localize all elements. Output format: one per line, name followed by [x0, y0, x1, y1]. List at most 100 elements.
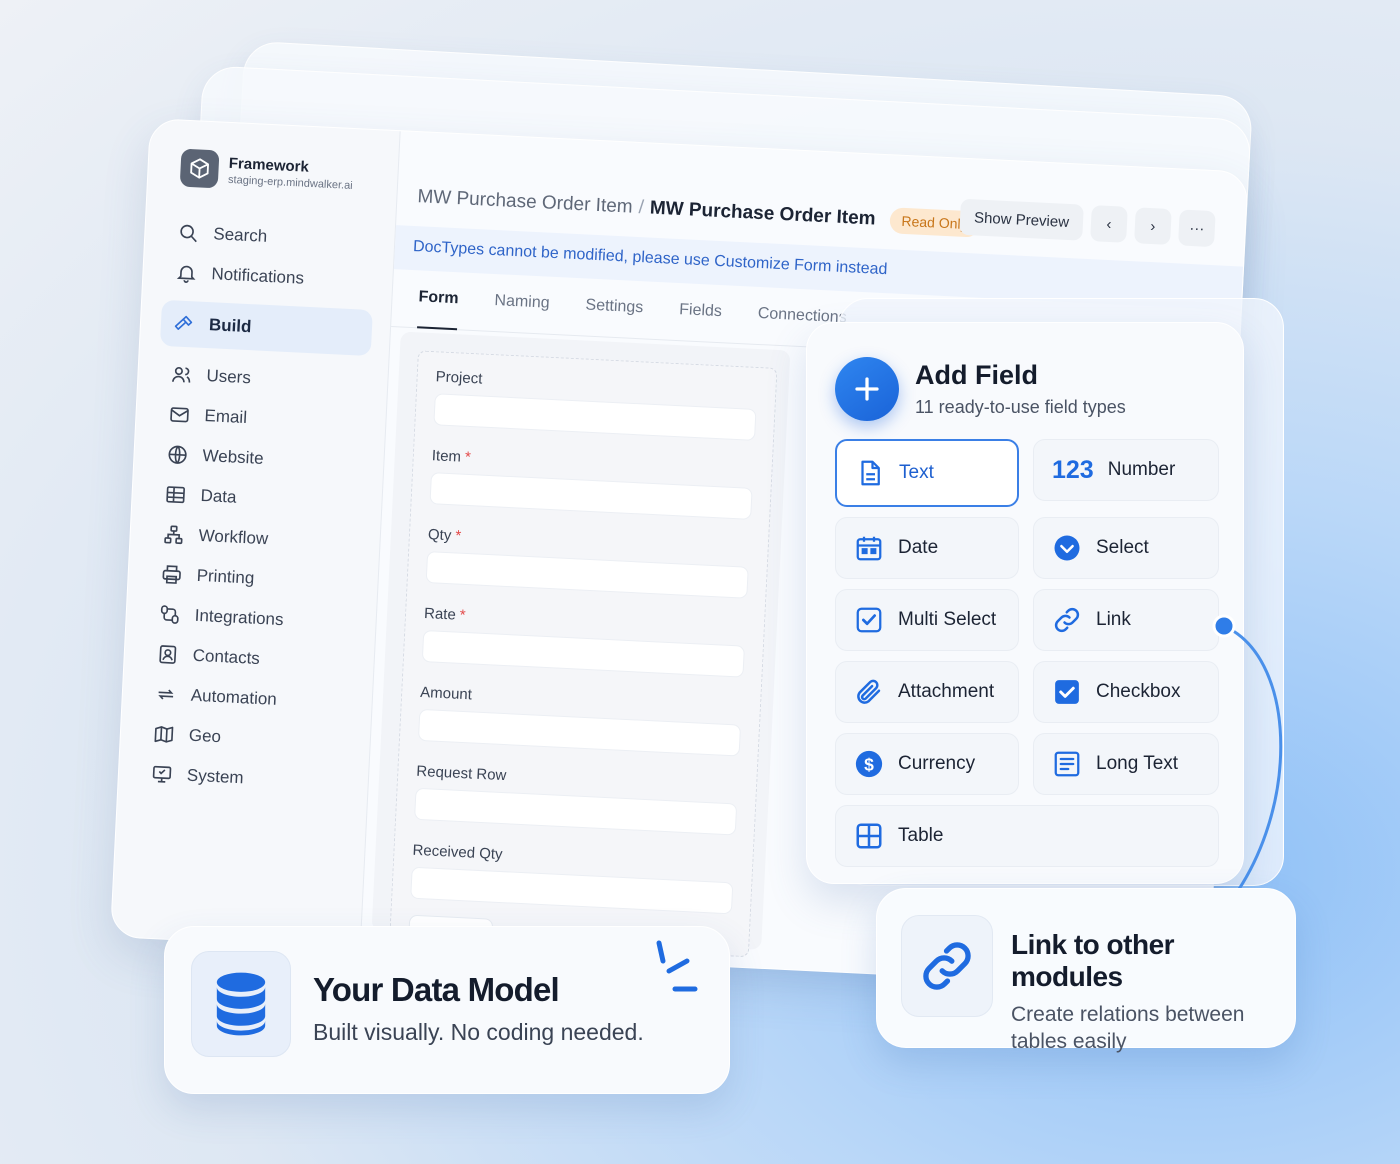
field-type-label: Date: [898, 537, 939, 558]
sidebar-item-label: Search: [212, 224, 268, 246]
sparkle-icon: [656, 940, 698, 992]
field-type-date[interactable]: Date: [835, 517, 1019, 579]
field-type-label: Long Text: [1096, 753, 1179, 774]
monitor-icon: [152, 765, 172, 783]
field-type-grid: Text 123 Number Date Select Multi Select…: [835, 439, 1219, 867]
users-icon: [172, 367, 191, 383]
brand[interactable]: Framework staging-erp.mindwalker.ai: [179, 148, 381, 197]
data-model-title: Your Data Model: [313, 971, 560, 1008]
field-type-label: Link: [1096, 609, 1131, 630]
sidebar-item-label: System: [186, 765, 245, 788]
sidebar-item-label: Workflow: [198, 525, 269, 549]
map-icon: [154, 726, 174, 743]
dollar-icon: $: [855, 750, 883, 778]
paperclip-icon: [857, 679, 881, 704]
sidebar-item-label: Email: [204, 406, 248, 428]
panel-subtitle: 11 ready-to-use field types: [915, 397, 1126, 417]
field-type-label: Select: [1096, 537, 1149, 558]
received-qty-input[interactable]: [410, 866, 734, 915]
bell-icon: [176, 265, 196, 283]
field-type-number[interactable]: 123 Number: [1033, 439, 1219, 501]
repeat-icon: [158, 689, 174, 700]
svg-text:$: $: [864, 754, 874, 774]
field-type-long-text[interactable]: Long Text: [1033, 733, 1219, 795]
mail-icon: [170, 407, 189, 423]
rate-input[interactable]: [421, 629, 745, 678]
grid-icon: [856, 823, 882, 849]
field-type-label: Checkbox: [1096, 681, 1181, 702]
calendar-icon: [856, 536, 882, 561]
globe-icon: [168, 445, 187, 464]
page-title: MW Purchase Order Item: [649, 197, 877, 230]
checklist-icon: [856, 607, 882, 633]
sidebar-item-label: Contacts: [192, 645, 261, 668]
field-type-text[interactable]: Text: [835, 439, 1019, 507]
breadcrumb-parent[interactable]: MW Purchase Order Item: [417, 186, 633, 218]
required-mark: *: [454, 527, 462, 545]
add-field-plus-button[interactable]: [835, 357, 899, 421]
sidebar-item-label: Users: [206, 366, 252, 388]
number-icon: 123: [1052, 455, 1094, 484]
show-preview-button[interactable]: Show Preview: [959, 198, 1084, 241]
field-type-link[interactable]: Link: [1033, 589, 1219, 651]
project-input[interactable]: [433, 393, 757, 441]
next-button[interactable]: ›: [1134, 207, 1172, 245]
tab-settings[interactable]: Settings: [584, 297, 644, 340]
link-icon: [1054, 607, 1080, 633]
tab-naming[interactable]: Naming: [493, 292, 550, 335]
document-icon: [861, 460, 880, 486]
data-model-subtitle: Built visually. No coding needed.: [313, 1019, 644, 1045]
plus-icon: [855, 377, 879, 401]
long-text-icon: [1054, 751, 1080, 777]
link-card-title: Link to other modules: [1011, 929, 1175, 992]
request-row-input[interactable]: [414, 787, 738, 836]
tab-fields[interactable]: Fields: [678, 301, 722, 343]
field-type-label: Currency: [898, 753, 976, 774]
prev-button[interactable]: ‹: [1090, 205, 1128, 243]
link-icon: [901, 915, 993, 1017]
sidebar-item-label: Build: [208, 315, 252, 337]
sidebar: Framework staging-erp.mindwalker.ai Sear…: [110, 119, 401, 949]
database-icon: [191, 951, 291, 1057]
field-type-label: Text: [899, 462, 934, 483]
data-model-card: Your Data Model Built visually. No codin…: [164, 926, 730, 1094]
sidebar-item-build[interactable]: Build: [159, 299, 373, 357]
chevron-left-icon: ‹: [1106, 215, 1112, 233]
cube-icon: [179, 148, 220, 189]
panel-header: Add Field 11 ready-to-use field types: [835, 357, 1215, 421]
field-type-currency[interactable]: $ Currency: [835, 733, 1019, 795]
field-type-checkbox[interactable]: Checkbox: [1033, 661, 1219, 723]
sidebar-item-label: Printing: [196, 565, 255, 588]
required-mark: *: [464, 448, 472, 467]
add-field-panel: Add Field 11 ready-to-use field types Te…: [806, 322, 1244, 884]
link-card-subtitle: Create relations between tables easily: [1011, 1003, 1245, 1053]
more-button[interactable]: ···: [1178, 209, 1216, 248]
form-section: Project Item * Qty * Rate * Amount Request …: [389, 350, 778, 958]
workflow-icon: [164, 525, 183, 545]
panel-title: Add Field: [915, 360, 1038, 390]
chevron-circle-icon: [1054, 535, 1080, 561]
search-icon: [180, 224, 197, 243]
field-type-label: Table: [898, 825, 944, 846]
integrations-icon: [160, 605, 179, 624]
sidebar-item-label: Data: [200, 485, 237, 507]
contact-icon: [159, 645, 177, 664]
field-type-label: Attachment: [898, 681, 995, 702]
field-type-multi-select[interactable]: Multi Select: [835, 589, 1019, 651]
amount-input[interactable]: [417, 708, 742, 757]
ellipsis-icon: ···: [1188, 219, 1205, 238]
required-mark: *: [459, 606, 467, 625]
stage: Framework staging-erp.mindwalker.ai Sear…: [0, 0, 1400, 1164]
field-type-select[interactable]: Select: [1033, 517, 1219, 579]
chevron-right-icon: ›: [1150, 217, 1156, 235]
field-type-table[interactable]: Table: [835, 805, 1219, 867]
tab-form[interactable]: Form: [417, 288, 459, 331]
item-input[interactable]: [429, 472, 753, 520]
field-type-attachment[interactable]: Attachment: [835, 661, 1019, 723]
printer-icon: [162, 565, 181, 584]
sidebar-item-label: Geo: [188, 725, 222, 747]
field-type-label: Multi Select: [898, 609, 997, 630]
sidebar-item-label: Automation: [190, 685, 278, 709]
form-canvas: Project Item * Qty * Rate * Amount Request …: [371, 331, 791, 958]
qty-input[interactable]: [425, 551, 749, 599]
